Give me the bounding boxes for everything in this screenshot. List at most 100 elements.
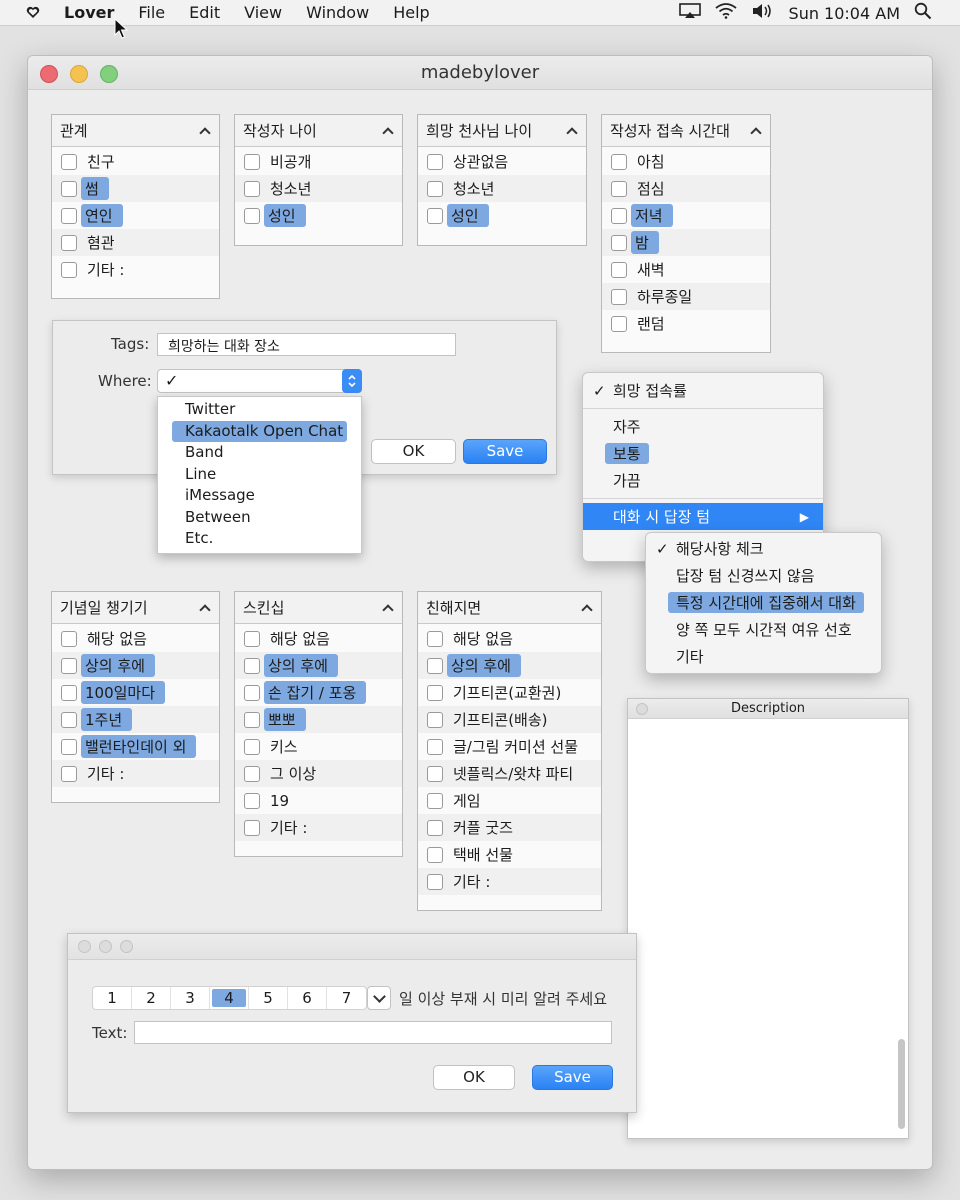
heart-logo-icon[interactable]: [26, 6, 42, 19]
menu-view[interactable]: View: [244, 3, 282, 22]
checkbox[interactable]: [244, 711, 260, 728]
checkbox-row[interactable]: 상관없음: [418, 148, 586, 175]
chevron-up-icon[interactable]: [750, 126, 760, 136]
panel-header[interactable]: 스킨십: [235, 592, 402, 624]
checkbox-row[interactable]: 19: [235, 787, 402, 814]
checkbox[interactable]: [427, 711, 443, 728]
checkbox[interactable]: [427, 180, 443, 197]
panel-header[interactable]: 작성자 접속 시간대: [602, 115, 770, 147]
checkbox[interactable]: [427, 738, 443, 755]
panel-header[interactable]: 관계: [52, 115, 219, 147]
chevron-up-icon[interactable]: [581, 603, 591, 613]
panel-header[interactable]: 희망 천사님 나이: [418, 115, 586, 147]
scrollbar[interactable]: [898, 1039, 905, 1129]
checkbox[interactable]: [244, 630, 260, 647]
menu-header[interactable]: ✓ 희망 접속률: [583, 377, 823, 404]
description-textarea[interactable]: [628, 720, 908, 1138]
segment-day[interactable]: 7: [327, 987, 366, 1009]
segment-day-selected[interactable]: 4: [210, 987, 249, 1009]
close-button[interactable]: [78, 940, 91, 953]
checkbox[interactable]: [61, 765, 77, 782]
checkbox[interactable]: [61, 207, 77, 224]
checkbox[interactable]: [244, 207, 260, 224]
checkbox[interactable]: [611, 207, 627, 224]
chevron-up-icon[interactable]: [199, 603, 209, 613]
segment-day[interactable]: 2: [132, 987, 171, 1009]
checkbox-row[interactable]: 기타 :: [52, 760, 219, 787]
checkbox-row[interactable]: 1주년: [52, 706, 219, 733]
checkbox[interactable]: [61, 684, 77, 701]
panel-header[interactable]: 작성자 나이: [235, 115, 402, 147]
menu-item[interactable]: 자주: [583, 413, 823, 440]
checkbox[interactable]: [244, 153, 260, 170]
clock-text[interactable]: Sun 10:04 AM: [789, 4, 900, 23]
checkbox[interactable]: [61, 180, 77, 197]
checkbox-row[interactable]: 청소년: [235, 175, 402, 202]
checkbox[interactable]: [427, 846, 443, 863]
checkbox-row[interactable]: 손 잡기 / 포옹: [235, 679, 402, 706]
save-button[interactable]: Save: [463, 439, 547, 464]
save-button[interactable]: Save: [532, 1065, 613, 1090]
checkbox-row[interactable]: 기타 :: [52, 256, 219, 283]
segment-day[interactable]: 1: [93, 987, 132, 1009]
text-input[interactable]: [134, 1021, 612, 1044]
checkbox-row[interactable]: 청소년: [418, 175, 586, 202]
checkbox-row[interactable]: 하루종일: [602, 283, 770, 310]
minimize-button[interactable]: [99, 940, 112, 953]
where-option[interactable]: Band: [158, 442, 361, 464]
checkbox-row[interactable]: 밸런타인데이 외: [52, 733, 219, 760]
menu-window[interactable]: Window: [306, 3, 369, 22]
close-button[interactable]: [636, 703, 648, 715]
checkbox-row[interactable]: 비공개: [235, 148, 402, 175]
menu-item[interactable]: 보통: [583, 440, 823, 467]
checkbox[interactable]: [611, 234, 627, 251]
search-icon[interactable]: [914, 2, 932, 24]
checkbox-row[interactable]: 기타 :: [418, 868, 601, 895]
menu-item[interactable]: 가끔: [583, 467, 823, 494]
panel-header[interactable]: 친해지면: [418, 592, 601, 624]
checkbox[interactable]: [244, 738, 260, 755]
checkbox-row[interactable]: 썸: [52, 175, 219, 202]
where-option[interactable]: Etc.: [158, 528, 361, 550]
checkbox-row[interactable]: 성인: [418, 202, 586, 229]
panel-header[interactable]: 기념일 챙기기: [52, 592, 219, 624]
menu-item-submenu[interactable]: 대화 시 답장 텀 ▶: [583, 503, 823, 530]
checkbox-row[interactable]: 점심: [602, 175, 770, 202]
checkbox[interactable]: [611, 180, 627, 197]
chevron-up-icon[interactable]: [382, 126, 392, 136]
checkbox[interactable]: [61, 630, 77, 647]
menu-help[interactable]: Help: [393, 3, 429, 22]
checkbox[interactable]: [427, 765, 443, 782]
checkbox[interactable]: [61, 153, 77, 170]
submenu-item[interactable]: 양 쪽 모두 시간적 여유 선호: [646, 616, 881, 643]
airplay-icon[interactable]: [678, 3, 701, 23]
menu-edit[interactable]: Edit: [189, 3, 220, 22]
checkbox-row[interactable]: 상의 후에: [418, 652, 601, 679]
checkbox[interactable]: [427, 153, 443, 170]
checkbox-row[interactable]: 그 이상: [235, 760, 402, 787]
checkbox[interactable]: [61, 261, 77, 278]
where-option-selected[interactable]: Kakaotalk Open Chat: [172, 420, 347, 442]
checkbox[interactable]: [427, 657, 443, 674]
ok-button[interactable]: OK: [371, 439, 456, 464]
segment-day[interactable]: 3: [171, 987, 210, 1009]
chevron-up-icon[interactable]: [566, 126, 576, 136]
checkbox-row[interactable]: 넷플릭스/왓챠 파티: [418, 760, 601, 787]
checkbox-row[interactable]: 밤: [602, 229, 770, 256]
checkbox[interactable]: [244, 792, 260, 809]
checkbox[interactable]: [427, 207, 443, 224]
checkbox[interactable]: [427, 630, 443, 647]
checkbox[interactable]: [244, 765, 260, 782]
checkbox[interactable]: [61, 738, 77, 755]
checkbox[interactable]: [427, 792, 443, 809]
wifi-icon[interactable]: [714, 3, 737, 23]
chevron-up-icon[interactable]: [199, 126, 209, 136]
checkbox[interactable]: [427, 684, 443, 701]
checkbox[interactable]: [244, 684, 260, 701]
checkbox-row[interactable]: 혐관: [52, 229, 219, 256]
checkbox-row[interactable]: 저녁: [602, 202, 770, 229]
where-option[interactable]: Between: [158, 507, 361, 529]
submenu-item[interactable]: 특정 시간대에 집중해서 대화: [646, 589, 881, 616]
segment-day[interactable]: 6: [288, 987, 327, 1009]
checkbox-row[interactable]: 친구: [52, 148, 219, 175]
